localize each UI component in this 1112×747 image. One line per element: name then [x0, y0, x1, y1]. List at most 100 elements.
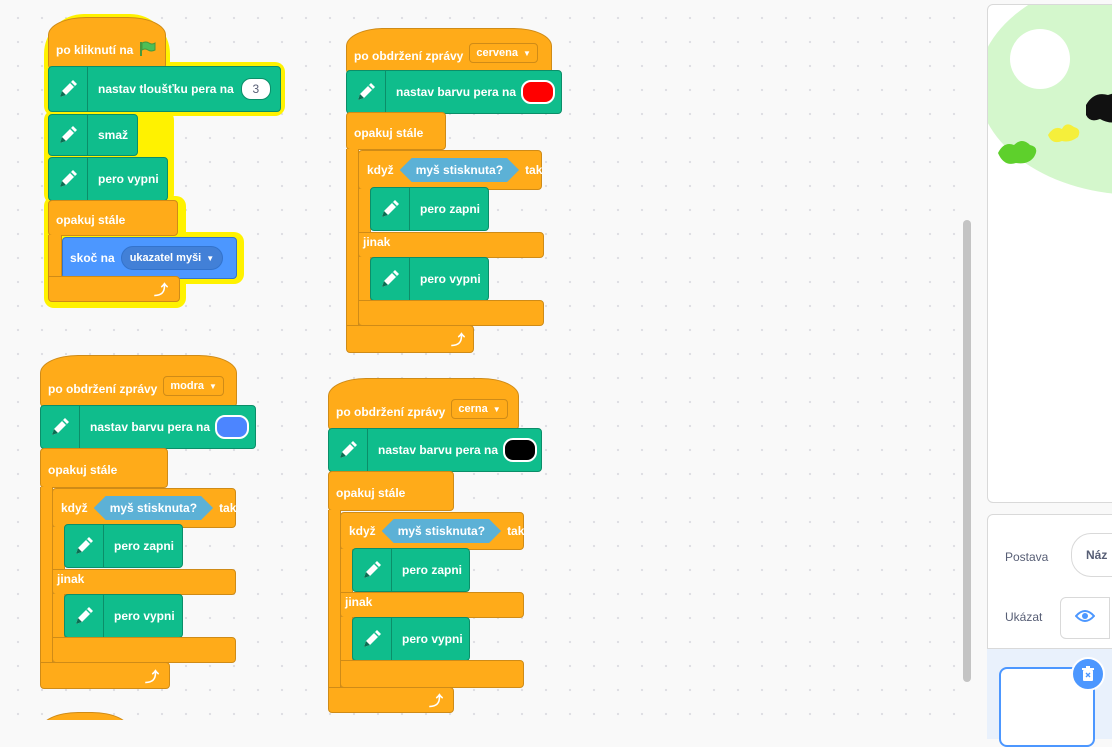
hat-label: po kliknutí na	[56, 43, 134, 57]
forever-block[interactable]: opakuj stále	[346, 112, 446, 150]
mouse-down-condition[interactable]: myš stisknuta?	[400, 158, 519, 182]
pen-up-label: pero vypni	[98, 172, 159, 186]
else-section: jinak	[52, 569, 236, 595]
then-label: tak	[507, 524, 525, 538]
go-to-target-dropdown[interactable]: ukazatel myši ▼	[120, 246, 224, 270]
message-dropdown[interactable]: modra ▼	[163, 376, 224, 396]
hat-label: po obdržení zprávy	[354, 49, 464, 63]
partial-event-hat[interactable]	[40, 712, 130, 720]
forever-label: opakuj stále	[354, 126, 424, 140]
forever-block[interactable]: opakuj stále	[48, 200, 178, 236]
pen-up-block[interactable]: pero vypni	[64, 594, 183, 638]
set-pen-size-block[interactable]: nastav tloušťku pera na 3	[48, 66, 281, 112]
when-receive-hat[interactable]: po obdržení zprávy cerna ▼	[328, 378, 519, 430]
stage-drawing	[988, 5, 1112, 194]
message-dropdown[interactable]: cervena ▼	[469, 43, 538, 63]
forever-bottom: ⤴	[48, 276, 180, 302]
code-workspace[interactable]: po kliknutí na nastav tloušťku pera na 3…	[0, 0, 975, 720]
if-else-block[interactable]: když myš stisknuta? tak	[340, 512, 524, 550]
pen-color-swatch[interactable]	[521, 80, 556, 104]
when-flag-clicked-hat[interactable]: po kliknutí na	[48, 17, 166, 69]
sprite-name-field[interactable]: Náz	[1071, 533, 1112, 577]
pen-down-label: pero zapni	[420, 202, 481, 216]
pen-down-block[interactable]: pero zapni	[370, 187, 489, 231]
pen-icon	[41, 406, 80, 448]
show-label: Ukázat	[1005, 610, 1043, 624]
pen-icon	[49, 158, 88, 200]
trash-icon[interactable]	[1071, 657, 1105, 691]
workspace-scrollbar[interactable]	[963, 220, 971, 682]
when-receive-hat[interactable]: po obdržení zprávy cervena ▼	[346, 28, 552, 74]
hat-label: po obdržení zprávy	[48, 382, 158, 396]
message-dropdown[interactable]: cerna ▼	[451, 399, 508, 419]
then-label: tak	[219, 501, 237, 515]
else-section: jinak	[340, 592, 524, 618]
pen-size-input[interactable]: 3	[240, 78, 271, 100]
forever-block[interactable]: opakuj stále	[328, 471, 454, 511]
pen-down-block[interactable]: pero zapni	[64, 524, 183, 568]
pen-icon	[371, 188, 410, 230]
loop-arrow-icon: ⤴	[451, 332, 465, 348]
message-value: modra	[170, 380, 204, 392]
pen-icon	[347, 71, 386, 113]
forever-bottom: ⤴	[328, 687, 454, 713]
pen-icon	[329, 429, 368, 471]
pen-down-label: pero zapni	[114, 539, 175, 553]
pen-icon	[49, 67, 88, 111]
chevron-down-icon: ▼	[208, 381, 217, 391]
forever-label: opakuj stále	[56, 213, 126, 227]
eye-icon	[1074, 609, 1096, 628]
else-section: jinak	[358, 232, 544, 258]
chevron-down-icon: ▼	[522, 48, 531, 58]
loop-arrow-icon: ⤴	[429, 693, 443, 709]
clear-block[interactable]: smaž	[48, 114, 138, 156]
if-bottom	[358, 300, 544, 326]
loop-arrow-icon: ⤴	[145, 669, 159, 685]
set-pen-color-label: nastav barvu pera na	[90, 420, 211, 434]
set-pen-color-block[interactable]: nastav barvu pera na	[346, 70, 562, 114]
loop-arrow-icon: ⤴	[154, 282, 168, 298]
go-to-label: skoč na	[70, 251, 115, 265]
set-pen-color-block[interactable]: nastav barvu pera na	[328, 428, 542, 472]
mouse-down-condition[interactable]: myš stisknuta?	[94, 496, 213, 520]
pen-up-label: pero vypni	[402, 632, 463, 646]
white-circle	[1010, 29, 1070, 89]
set-pen-color-block[interactable]: nastav barvu pera na	[40, 405, 256, 449]
stage-canvas[interactable]	[987, 4, 1112, 503]
when-receive-hat[interactable]: po obdržení zprávy modra ▼	[40, 355, 237, 407]
then-label: tak	[525, 163, 543, 177]
pen-up-label: pero vypni	[420, 272, 481, 286]
if-label: když	[367, 163, 394, 177]
sprite-list	[987, 648, 1112, 747]
if-else-block[interactable]: když myš stisknuta? tak	[358, 150, 542, 190]
forever-bottom: ⤴	[40, 662, 170, 689]
set-pen-color-label: nastav barvu pera na	[378, 443, 499, 457]
if-bottom	[340, 660, 524, 688]
go-to-target-value: ukazatel myši	[129, 252, 202, 264]
hat-label: po obdržení zprávy	[336, 405, 446, 419]
pen-down-block[interactable]: pero zapni	[352, 548, 470, 592]
mouse-down-condition[interactable]: myš stisknuta?	[382, 519, 501, 543]
pen-icon	[65, 525, 104, 567]
message-value: cerna	[458, 403, 488, 415]
forever-block[interactable]: opakuj stále	[40, 448, 168, 488]
pen-up-block[interactable]: pero vypni	[370, 257, 489, 301]
pen-icon	[49, 115, 88, 155]
clear-label: smaž	[98, 128, 129, 142]
pen-up-block[interactable]: pero vypni	[352, 617, 470, 661]
else-label: jinak	[345, 595, 373, 609]
forever-bottom: ⤴	[346, 325, 474, 353]
pen-color-swatch[interactable]	[503, 438, 538, 462]
if-else-block[interactable]: když myš stisknuta? tak	[52, 488, 236, 528]
show-toggle[interactable]	[1060, 597, 1110, 639]
else-label: jinak	[363, 235, 391, 249]
forever-label: opakuj stále	[336, 486, 406, 500]
pen-up-block[interactable]: pero vypni	[48, 157, 168, 201]
go-to-block[interactable]: skoč na ukazatel myši ▼	[62, 237, 237, 279]
set-pen-size-label: nastav tloušťku pera na	[98, 82, 234, 96]
chevron-down-icon: ▼	[206, 253, 215, 263]
pen-color-swatch[interactable]	[215, 415, 250, 439]
if-label: když	[61, 501, 88, 515]
forever-label: opakuj stále	[48, 463, 118, 477]
if-label: když	[349, 524, 376, 538]
